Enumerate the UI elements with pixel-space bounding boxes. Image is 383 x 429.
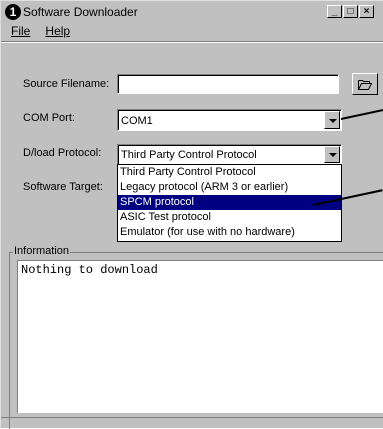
callout-line-com-port bbox=[340, 109, 383, 120]
browse-button[interactable] bbox=[352, 73, 378, 95]
com-port-dropdown-button[interactable] bbox=[324, 111, 340, 129]
chevron-down-icon bbox=[329, 153, 337, 157]
com-port-value: COM1 bbox=[121, 115, 153, 127]
protocol-option-emulator[interactable]: Emulator (for use with no hardware) bbox=[118, 225, 341, 240]
maximize-button[interactable]: □ bbox=[343, 5, 358, 18]
minimize-button[interactable]: _ bbox=[327, 5, 342, 18]
chevron-down-icon bbox=[329, 119, 337, 123]
status-bar bbox=[1, 417, 383, 429]
menu-help-label: Help bbox=[45, 24, 71, 38]
protocol-option-spcm[interactable]: SPCM protocol bbox=[118, 195, 341, 210]
protocol-option-legacy[interactable]: Legacy protocol (ARM 3 or earlier) bbox=[118, 180, 341, 195]
app-icon: 1 bbox=[5, 4, 21, 20]
dload-protocol-value: Third Party Control Protocol bbox=[121, 149, 257, 161]
window-title: Software Downloader bbox=[23, 5, 138, 19]
dload-protocol-select[interactable]: Third Party Control Protocol bbox=[117, 144, 342, 165]
protocol-option-third-party[interactable]: Third Party Control Protocol bbox=[118, 165, 341, 180]
source-filename-label: Source Filename: bbox=[23, 78, 110, 90]
folder-open-icon bbox=[358, 80, 372, 90]
menu-help[interactable]: Help bbox=[39, 22, 76, 40]
information-group-title: Information bbox=[13, 245, 71, 257]
menu-divider bbox=[1, 41, 383, 43]
dload-protocol-options: Third Party Control Protocol Legacy prot… bbox=[117, 164, 342, 242]
software-target-label: Software Target: bbox=[23, 181, 103, 193]
menu-file[interactable]: File bbox=[5, 22, 36, 40]
information-text-area[interactable]: Nothing to download bbox=[17, 260, 383, 413]
com-port-select[interactable]: COM1 bbox=[117, 109, 342, 131]
dload-protocol-dropdown-button[interactable] bbox=[324, 146, 340, 163]
menu-bar: File Help bbox=[5, 22, 76, 40]
dload-protocol-label: D/load Protocol: bbox=[23, 147, 102, 159]
close-button[interactable]: × bbox=[359, 5, 374, 18]
software-downloader-window: 1 Software Downloader _ □ × File Help So… bbox=[0, 0, 383, 429]
source-filename-input[interactable] bbox=[117, 74, 339, 94]
menu-file-label: File bbox=[11, 24, 31, 38]
com-port-label: COM Port: bbox=[23, 112, 75, 124]
title-bar[interactable]: 1 Software Downloader _ □ × bbox=[3, 3, 382, 22]
information-text: Nothing to download bbox=[21, 263, 158, 277]
protocol-option-asic-test[interactable]: ASIC Test protocol bbox=[118, 210, 341, 225]
